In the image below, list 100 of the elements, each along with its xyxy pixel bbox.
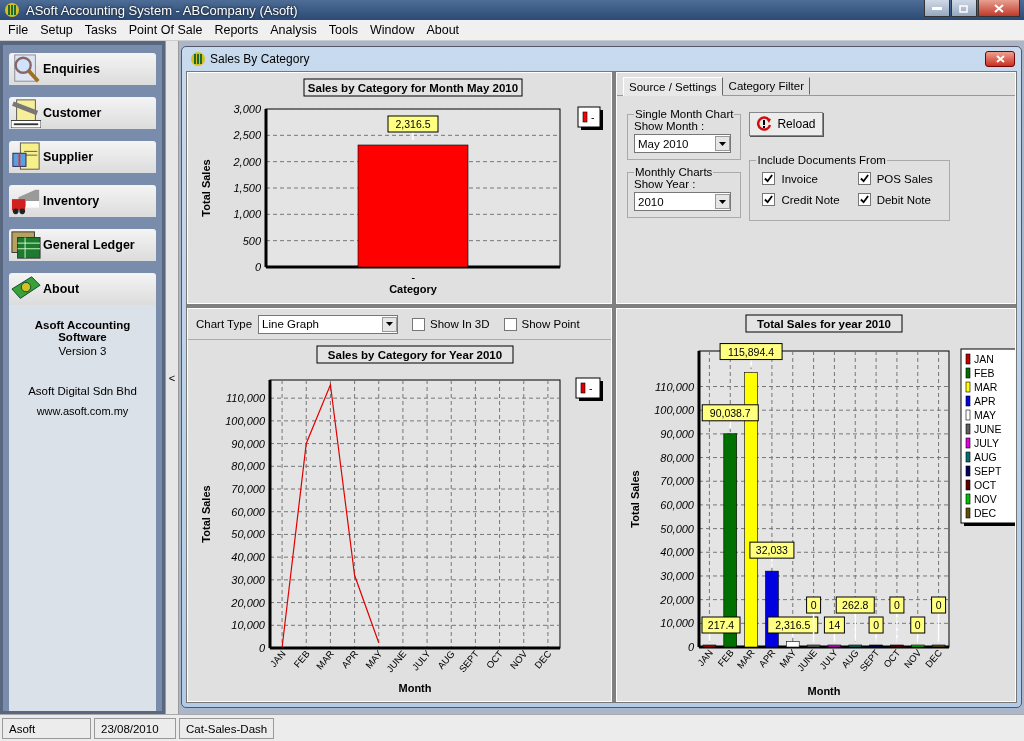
bar (827, 644, 842, 648)
axis-tick-label: 50,000 (660, 522, 694, 535)
axis-tick-label: 2,000 (233, 155, 261, 168)
checkbox-label[interactable]: Invoice (781, 172, 818, 185)
axis-tick-label: 10,000 (660, 617, 694, 630)
minimize-button[interactable] (924, 0, 950, 17)
checkbox-label[interactable]: POS Sales (876, 172, 933, 185)
bar (702, 644, 717, 648)
chart-title: Sales by Category for Year 2010 (316, 345, 514, 364)
leader-line (812, 612, 815, 643)
window-title: ASoft Accounting System - ABCompany (Asoft) (26, 2, 299, 18)
sidebar-item[interactable]: Supplier (9, 141, 156, 173)
menu-item[interactable]: Window (363, 23, 421, 37)
checkbox[interactable] (762, 193, 776, 206)
value-label: 2,316.5 (767, 616, 819, 634)
bar (911, 644, 925, 648)
about-text: Version 3 (58, 345, 107, 357)
axis-title: Total Sales (200, 485, 212, 543)
bar (786, 641, 800, 648)
checkbox-label[interactable]: Show In 3D (430, 318, 490, 330)
reload-button[interactable]: Reload (749, 112, 824, 136)
value-label: 90,038.7 (701, 404, 759, 422)
axis-title: Month (807, 685, 841, 697)
child-window-title: Sales By Category (210, 52, 311, 66)
axis-tick-label: 110,000 (655, 380, 694, 393)
value-label: 217.4 (701, 616, 741, 634)
checkbox[interactable] (762, 172, 776, 185)
menu-item[interactable]: Setup (34, 23, 79, 37)
axis-title: Category (389, 283, 437, 295)
bar (890, 644, 904, 648)
checkbox[interactable] (503, 317, 517, 331)
about-text: Asoft Digital Sdn Bhd (28, 385, 137, 397)
value-label: 0 (910, 616, 926, 634)
legend-label: FEB (974, 367, 995, 379)
magnifier-icon (11, 54, 41, 84)
close-button[interactable] (985, 51, 1015, 67)
close-icon (994, 3, 1004, 13)
menu-item[interactable]: Tools (322, 23, 364, 37)
legend-label: SEPT (974, 465, 1002, 477)
checkbox-label[interactable]: Debit Note (876, 193, 931, 206)
checkbox[interactable] (412, 317, 426, 331)
restore-icon (959, 3, 969, 13)
checkbox-label[interactable]: Credit Note (781, 193, 840, 206)
axis-tick-label: 20,000 (660, 593, 694, 606)
legend-label: NOV (974, 493, 997, 505)
axis-tick-label: 100,000 (225, 414, 265, 427)
field-label: Show Month : (634, 120, 706, 132)
axis-tick-label: 70,000 (660, 475, 694, 488)
axis-tick-label: 60,000 (231, 505, 265, 518)
group-title: Single Month Chart (634, 108, 735, 120)
bar (806, 644, 821, 648)
menu-item[interactable]: Tasks (78, 23, 123, 37)
sidebar-item[interactable]: Customer (9, 97, 156, 129)
sidebar-item[interactable]: Inventory (9, 185, 156, 217)
chart-title: Sales by Category for Month May 2010 (307, 82, 519, 94)
value-label: 0 (806, 596, 822, 614)
about-text: Asoft Accounting Software (33, 319, 132, 343)
dropdown[interactable]: 2010 (634, 192, 731, 211)
group-title: Include Documents From (756, 154, 887, 166)
status-field: Asoft (2, 718, 91, 739)
legend-label: JAN (974, 353, 994, 365)
legend-label: OCT (974, 479, 997, 491)
sidebar-item[interactable]: General Ledger (9, 229, 156, 261)
axis-tick-label: 50,000 (231, 528, 265, 541)
menu-item[interactable]: About (420, 23, 466, 37)
axis-title: Total Sales (200, 159, 212, 217)
value-label: 0 (931, 596, 947, 614)
axis-tick-label: 3,000 (233, 103, 261, 115)
chart-title: Sales by Category for Month May 2010 (303, 78, 523, 97)
value-label: 115,894.4 (719, 343, 783, 361)
sidebar-item[interactable]: Enquiries (9, 53, 156, 85)
checkbox-label[interactable]: Show Point (521, 318, 580, 330)
group-title: Monthly Charts (634, 166, 714, 178)
tab[interactable]: Source / Settings (623, 77, 723, 96)
legend-label: MAY (974, 409, 996, 421)
axis-tick-label: 40,000 (231, 551, 265, 564)
restore-button[interactable] (951, 0, 977, 17)
minimize-icon (932, 6, 942, 10)
chart-title: Total Sales for year 2010 (745, 314, 903, 333)
menu-item[interactable]: File (2, 23, 35, 37)
sidebar-item[interactable]: About (9, 273, 156, 305)
menu-item[interactable]: Point Of Sale (122, 23, 209, 37)
legend-label: - (589, 382, 593, 394)
axis-tick-label: 0 (687, 641, 694, 653)
close-button[interactable] (978, 0, 1020, 17)
axis-tick-label: 100,000 (654, 404, 694, 417)
close-icon (995, 55, 1005, 63)
website-link[interactable]: www.asoft.com.my (36, 405, 129, 417)
dropdown[interactable]: Line Graph (258, 314, 399, 334)
dropdown[interactable]: May 2010 (634, 134, 731, 153)
checkbox[interactable] (857, 193, 871, 206)
value-label: 0 (889, 596, 905, 614)
value-label: 2,316.5 (387, 115, 439, 133)
value-label: 0 (868, 616, 884, 634)
menu-item[interactable]: Reports (208, 23, 265, 37)
tab[interactable]: Category Filter (722, 77, 810, 95)
checkbox[interactable] (857, 172, 871, 185)
menu-item[interactable]: Analysis (264, 23, 323, 37)
collapse-splitter[interactable]: < (165, 41, 179, 714)
axis-tick-label: 2,500 (233, 129, 261, 142)
